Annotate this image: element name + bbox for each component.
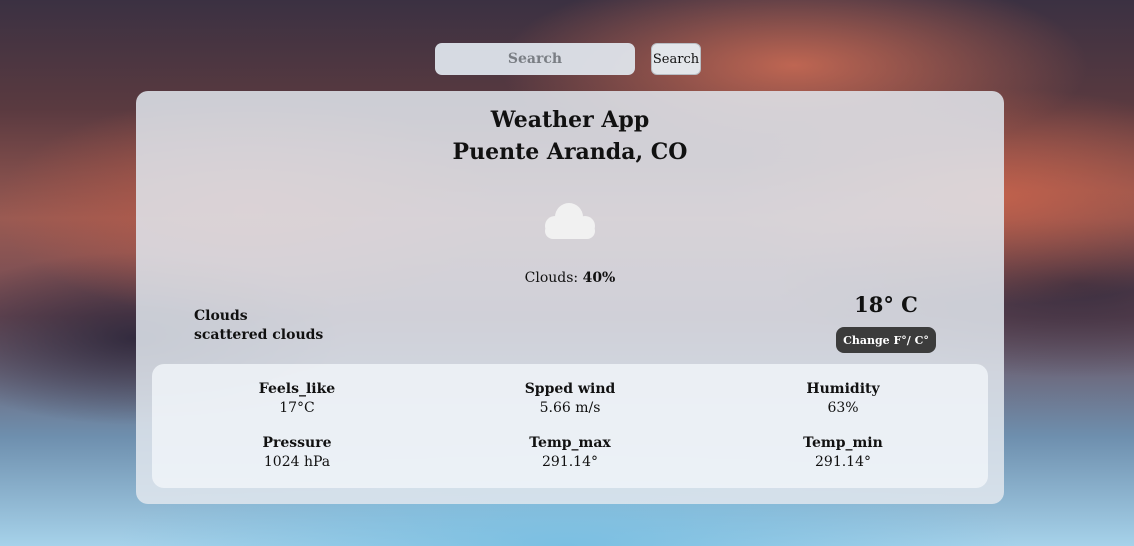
temperature-block: 18° C Change F°/ C° (826, 291, 946, 353)
location-name: Puente Aranda, CO (452, 139, 688, 165)
weather-stats-panel: Feels_like 17°C Spped wind 5.66 m/s Humi… (152, 364, 988, 488)
stat-value: 291.14° (542, 454, 598, 470)
stat-value: 5.66 m/s (539, 400, 601, 416)
stat-feels-like: Feels_like 17°C (197, 380, 397, 418)
search-button[interactable]: Search (651, 43, 701, 75)
stat-label: Temp_min (803, 435, 883, 451)
stat-value: 17°C (279, 400, 315, 416)
stat-temp-max: Temp_max 291.14° (470, 434, 670, 472)
clouds-label: Clouds: (524, 270, 583, 286)
stat-value: 63% (827, 400, 859, 416)
app-title: Weather App (490, 107, 650, 133)
condition-description: scattered clouds (194, 327, 324, 343)
weather-description: Clouds scattered clouds (194, 307, 323, 345)
stat-value: 1024 hPa (263, 454, 331, 470)
stat-temp-min: Temp_min 291.14° (743, 434, 943, 472)
clouds-percentage: Clouds: 40% (136, 270, 1004, 286)
temperature-value: 18° C (854, 292, 918, 317)
weather-card: Weather App Puente Aranda, CO Clouds: 40… (136, 91, 1004, 504)
stat-label: Feels_like (258, 381, 336, 397)
stat-label: Pressure (262, 435, 332, 451)
stat-label: Humidity (806, 381, 880, 397)
stat-label: Spped wind (524, 381, 616, 397)
search-bar: Search (435, 43, 701, 75)
stat-pressure: Pressure 1024 hPa (197, 434, 397, 472)
search-input[interactable] (435, 43, 635, 75)
change-unit-button[interactable]: Change F°/ C° (836, 327, 936, 353)
cloud-icon (545, 203, 595, 239)
stat-value: 291.14° (815, 454, 871, 470)
stat-label: Temp_max (529, 435, 611, 451)
condition-main: Clouds (194, 308, 248, 324)
stat-wind-speed: Spped wind 5.66 m/s (470, 380, 670, 418)
clouds-value: 40% (582, 270, 616, 286)
stat-humidity: Humidity 63% (743, 380, 943, 418)
